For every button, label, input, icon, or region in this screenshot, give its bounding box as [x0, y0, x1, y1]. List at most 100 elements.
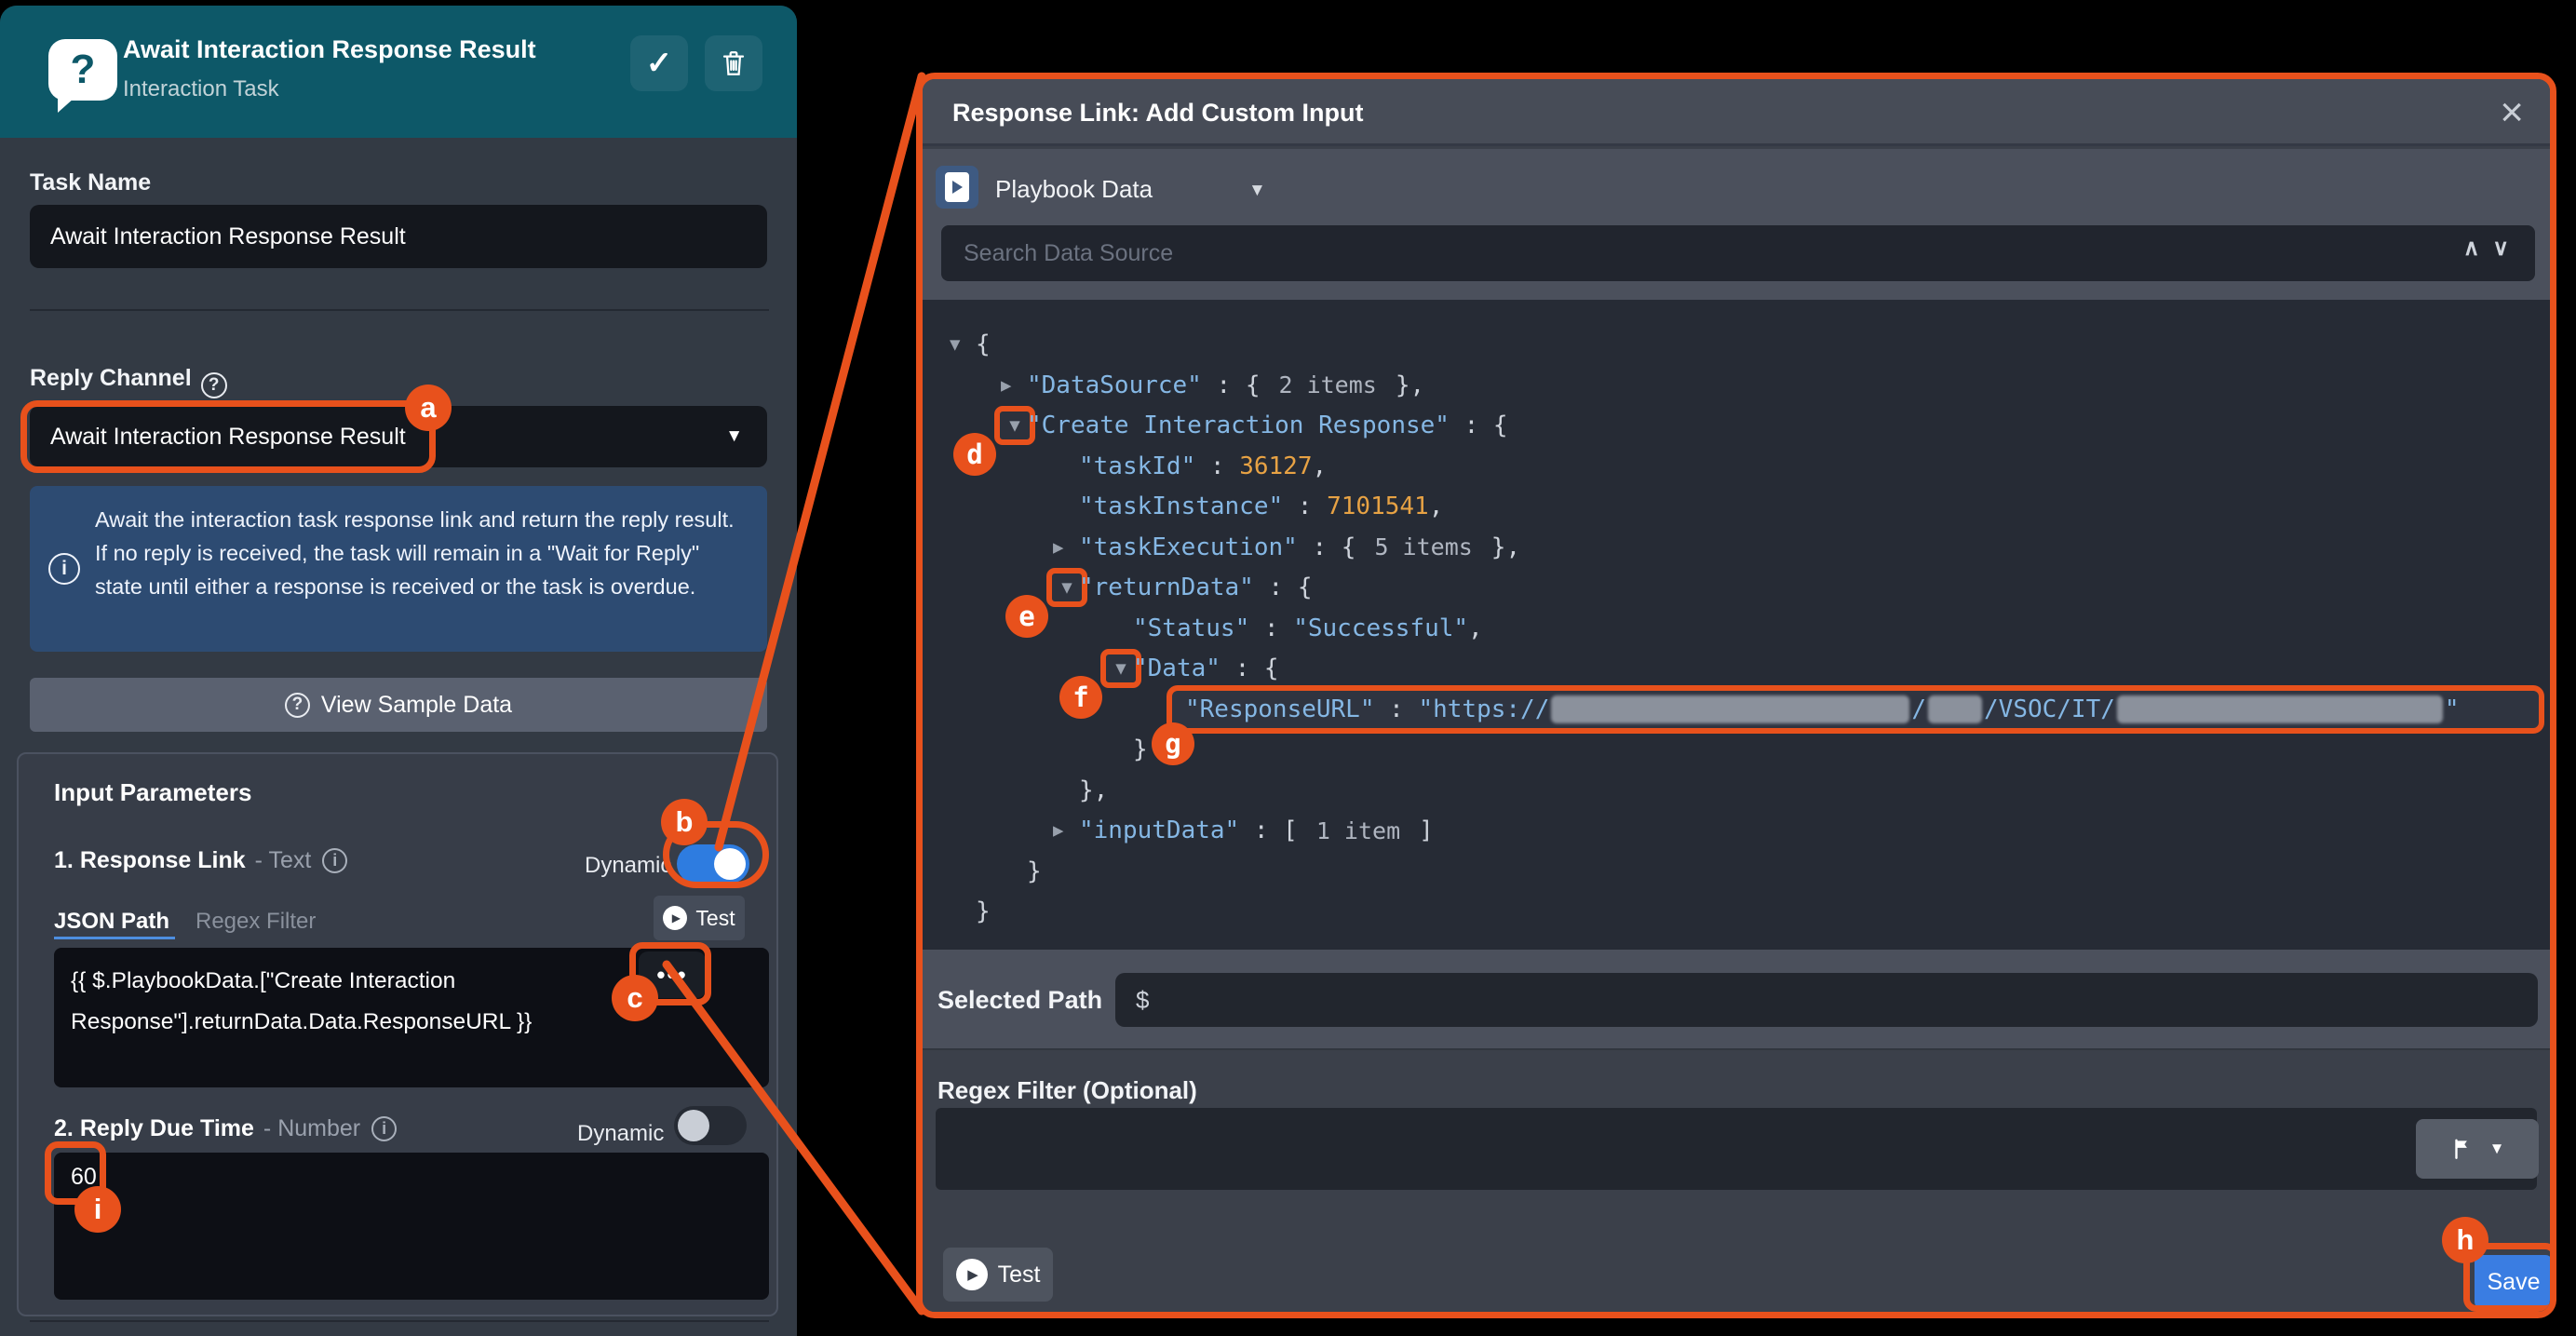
tree-row-content: "returnData" : { [1079, 574, 1312, 601]
tree-row-content: "taskInstance" : 7101541, [1079, 493, 1443, 520]
tree-row-content: "taskId" : 36127, [1079, 452, 1327, 480]
tab-json-path[interactable]: JSON Path [54, 909, 169, 935]
tree-row: ▶"inputData" : [1 item] [923, 810, 2550, 851]
tree-row-content: "inputData" : [1 item] [1079, 816, 1434, 844]
modal-header: Response Link: Add Custom Input × [923, 79, 2550, 146]
tree-row-content: }, [1079, 776, 1108, 804]
active-tab-underline [54, 937, 175, 939]
expand-icon[interactable]: ▶ [1001, 375, 1029, 396]
task-title: Await Interaction Response Result [123, 35, 536, 64]
help-icon[interactable]: ? [201, 372, 227, 398]
close-icon[interactable]: × [2500, 87, 2524, 139]
test-button[interactable]: ▶ Test [654, 896, 745, 940]
param2-dynamic-toggle[interactable] [674, 1106, 747, 1145]
annotation-e: e [1005, 595, 1048, 638]
tree-row-content: "DataSource" : {2 items}, [1027, 371, 1424, 399]
regex-flags-button[interactable]: ▼ [2416, 1119, 2539, 1179]
question-glyph: ? [71, 47, 96, 93]
tree-row: "Status" : "Successful", [923, 608, 2550, 649]
param2-label: 2. Reply Due Time - Number i [54, 1115, 397, 1142]
search-data-source-input[interactable] [941, 225, 2535, 281]
annotation-c: c [612, 975, 658, 1021]
view-sample-data-label: View Sample Data [321, 692, 512, 719]
caret-down-icon[interactable]: ▼ [1248, 181, 1266, 201]
trash-icon [719, 47, 749, 79]
annotation-i: i [74, 1186, 121, 1233]
check-icon: ✓ [646, 45, 673, 82]
expand-icon[interactable]: ▶ [1053, 537, 1081, 558]
interaction-task-icon: ? [48, 39, 117, 101]
modal-title: Response Link: Add Custom Input [952, 79, 1364, 146]
collapse-icon[interactable]: ▼ [950, 334, 978, 355]
param2-value-textarea[interactable]: 60 [54, 1153, 769, 1300]
data-source-section: Playbook Data ▼ ∧∨ [923, 149, 2550, 300]
tree-row: } [923, 851, 2550, 892]
tree-row-content: "Create Interaction Response" : { [1027, 412, 1508, 439]
tree-row-content: "taskExecution" : {5 items}, [1079, 533, 1520, 561]
tree-row: ▼"returnData" : {e [923, 567, 2550, 608]
tree-row: ▼{ [923, 324, 2550, 365]
tree-row: ▶"DataSource" : {2 items}, [923, 365, 2550, 406]
annotation-h: h [2442, 1217, 2488, 1263]
tree-row: "taskInstance" : 7101541, [923, 486, 2550, 527]
task-name-label: Task Name [30, 169, 151, 196]
annotation-b: b [661, 799, 708, 845]
response-url-row[interactable]: "ResponseURL" : "https:////VSOC/IT/" [1167, 685, 2544, 734]
divider [30, 309, 769, 311]
search-step-chevrons[interactable]: ∧∨ [2463, 235, 2522, 262]
selected-path-input[interactable]: $ [1115, 973, 2538, 1027]
tree-row-content: } [1027, 857, 1042, 885]
view-sample-data-button[interactable]: ? View Sample Data [30, 678, 767, 732]
tree-row-content: "Status" : "Successful", [1133, 614, 1483, 642]
task-subtitle: Interaction Task [123, 76, 279, 102]
info-text: Await the interaction task response link… [95, 503, 747, 603]
tree-row-content: } [1133, 735, 1148, 763]
tree-row: }, [923, 770, 2550, 811]
tree-row: ▼"Data" : {f [923, 648, 2550, 689]
redacted-value [2117, 695, 2443, 723]
redacted-value [1551, 695, 1909, 723]
help-icon: ? [285, 693, 310, 718]
param1-dynamic-label: Dynamic [585, 853, 671, 879]
annotation-a: a [405, 385, 452, 431]
input-parameters-card: Input Parameters 1. Response Link - Text… [17, 752, 778, 1316]
chevron-up-icon: ∧ [2463, 236, 2493, 261]
param1-label: 1. Response Link - Text i [54, 847, 347, 874]
tab-regex-filter[interactable]: Regex Filter [196, 909, 316, 935]
tree-row-content: { [976, 331, 991, 358]
tree-row: ▼"Create Interaction Response" : {d [923, 405, 2550, 446]
data-source-selected: Playbook Data [995, 175, 1153, 204]
task-name-input[interactable]: Await Interaction Response Result [30, 205, 767, 268]
confirm-button[interactable]: ✓ [630, 35, 688, 91]
flag-icon [2450, 1136, 2475, 1162]
tree-row: ▶"taskExecution" : {5 items}, [923, 527, 2550, 568]
json-path-line2: Response"].returnData.Data.ResponseURL }… [71, 1009, 532, 1034]
info-banner: i Await the interaction task response li… [30, 486, 767, 652]
info-icon[interactable]: i [371, 1116, 397, 1141]
selected-path-section: Selected Path $ [923, 950, 2550, 1050]
info-icon[interactable]: i [322, 848, 347, 873]
caret-down-icon: ▼ [2489, 1140, 2505, 1158]
modal-test-button[interactable]: ▶ Test [943, 1248, 1053, 1302]
delete-button[interactable] [705, 35, 762, 91]
json-path-line1: {{ $.PlaybookData.["Create Interaction [71, 968, 455, 993]
tree-row-content: "Data" : { [1133, 655, 1279, 682]
caret-down-icon: ▼ [725, 426, 743, 447]
tree-row: } [923, 891, 2550, 932]
chevron-down-icon: ∨ [2492, 236, 2522, 261]
tree-row-content: } [976, 897, 991, 925]
redacted-value [1928, 695, 1982, 723]
toggle-knob [678, 1110, 709, 1141]
expand-icon[interactable]: ▶ [1053, 820, 1081, 841]
reply-channel-label: Reply Channel? [30, 365, 227, 398]
regex-filter-input[interactable] [936, 1108, 2537, 1190]
info-icon: i [48, 553, 80, 585]
playbook-data-icon [936, 166, 978, 209]
add-custom-input-modal: Response Link: Add Custom Input × Playbo… [916, 73, 2556, 1318]
screenshot-stage: ? Await Interaction Response Result Inte… [0, 0, 2576, 1336]
regex-filter-section: Regex Filter (Optional) ▼ ▶ Test Save [923, 1050, 2550, 1312]
tree-row[interactable]: "ResponseURL" : "https:////VSOC/IT/"g [923, 689, 2550, 730]
play-icon: ▶ [663, 906, 687, 930]
tree-row: "taskId" : 36127, [923, 446, 2550, 487]
annotation-box-a [20, 400, 436, 473]
